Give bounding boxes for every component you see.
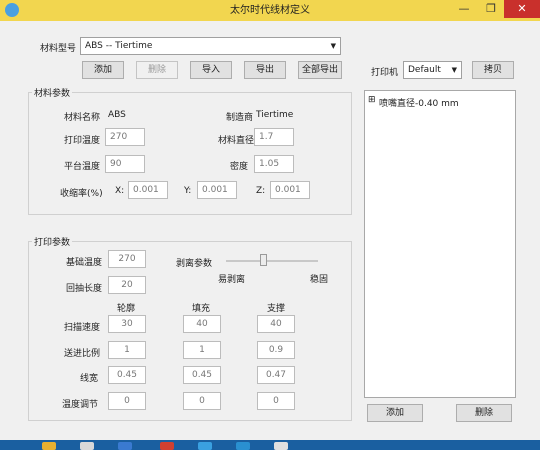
line-width-support-input[interactable]: 0.47 (257, 366, 295, 384)
maker-label: 制造商 (226, 113, 254, 123)
feed-ratio-fill-input[interactable]: 1 (183, 341, 221, 359)
import-button[interactable]: 导入 (190, 61, 232, 79)
diameter-input[interactable]: 1.7 (254, 128, 294, 146)
material-name-label: 材料名称 (64, 113, 101, 123)
chevron-down-icon: ▼ (451, 66, 457, 74)
retract-input[interactable]: 20 (108, 276, 146, 294)
close-button[interactable]: ✕ (504, 0, 540, 18)
delete-button[interactable]: 删除 (136, 61, 178, 79)
printer-label: 打印机 (371, 68, 399, 78)
app-icon-2[interactable] (80, 442, 94, 450)
copy-button[interactable]: 拷贝 (472, 61, 514, 79)
temp-adjust-support-input[interactable]: 0 (257, 392, 295, 410)
minimize-button[interactable]: — (450, 0, 478, 18)
app-icon-6[interactable] (236, 442, 250, 450)
line-width-label: 线宽 (80, 374, 99, 384)
base-temp-input[interactable]: 270 (108, 250, 146, 268)
export-button[interactable]: 导出 (244, 61, 286, 79)
temp-adjust-fill-input[interactable]: 0 (183, 392, 221, 410)
maximize-button[interactable]: ❐ (478, 0, 504, 18)
add-button[interactable]: 添加 (82, 61, 124, 79)
temp-adjust-label: 温度调节 (62, 400, 99, 410)
shrinkage-label: 收缩率(%) (60, 189, 103, 199)
feed-ratio-label: 送进比例 (64, 349, 101, 359)
density-input[interactable]: 1.05 (254, 155, 294, 173)
scan-speed-label: 扫描速度 (64, 323, 101, 333)
shrink-y-input[interactable]: 0.001 (197, 181, 237, 199)
retract-label: 回抽长度 (66, 284, 103, 294)
temp-adjust-outline-input[interactable]: 0 (108, 392, 146, 410)
export-all-button[interactable]: 全部导出 (298, 61, 342, 79)
separation-label: 剥离参数 (176, 259, 213, 269)
line-width-outline-input[interactable]: 0.45 (108, 366, 146, 384)
scan-speed-fill-input[interactable]: 40 (183, 315, 221, 333)
bed-temp-input[interactable]: 90 (105, 155, 145, 173)
folder-icon[interactable] (42, 442, 56, 450)
material-type-select[interactable]: ABS -- Tiertime ▼ (80, 37, 341, 55)
col-fill-header: 填充 (192, 304, 211, 314)
density-label: 密度 (230, 162, 249, 172)
add-nozzle-button[interactable]: 添加 (367, 404, 423, 422)
delete-nozzle-button[interactable]: 删除 (456, 404, 512, 422)
maker-value: Tiertime (256, 110, 294, 120)
col-support-header: 支撑 (267, 304, 286, 314)
chevron-down-icon: ▼ (330, 42, 336, 50)
shrink-z-label: Z: (256, 186, 266, 196)
app-icon-7[interactable] (274, 442, 288, 450)
print-temp-input[interactable]: 270 (105, 128, 145, 146)
base-temp-label: 基础温度 (66, 258, 103, 268)
easy-separation-label: 易剥离 (218, 275, 246, 285)
scan-speed-outline-input[interactable]: 30 (108, 315, 146, 333)
feed-ratio-outline-input[interactable]: 1 (108, 341, 146, 359)
material-type-value: ABS -- Tiertime (85, 41, 153, 51)
scan-speed-support-input[interactable]: 40 (257, 315, 295, 333)
app-icon-3[interactable] (118, 442, 132, 450)
feed-ratio-support-input[interactable]: 0.9 (257, 341, 295, 359)
col-outline-header: 轮廓 (117, 304, 136, 314)
material-params-title: 材料参数 (32, 86, 73, 99)
tree-item-nozzle[interactable]: 喷嘴直径-0.40 mm (379, 96, 459, 109)
printer-select[interactable]: Default ▼ (403, 61, 462, 79)
tree-expand-icon[interactable]: ⊞ (368, 95, 376, 105)
material-type-label: 材料型号 (40, 44, 77, 54)
stable-label: 稳固 (310, 275, 329, 285)
nozzle-tree-panel[interactable] (364, 90, 516, 398)
material-name-value: ABS (108, 110, 126, 120)
app-icon-5[interactable] (198, 442, 212, 450)
shrink-y-label: Y: (184, 186, 192, 196)
shrink-x-label: X: (115, 186, 125, 196)
shrink-z-input[interactable]: 0.001 (270, 181, 310, 199)
diameter-label: 材料直径 (218, 136, 255, 146)
line-width-fill-input[interactable]: 0.45 (183, 366, 221, 384)
bed-temp-label: 平台温度 (64, 162, 101, 172)
separation-slider-thumb[interactable] (260, 254, 267, 266)
print-params-title: 打印参数 (32, 235, 73, 248)
printer-value: Default (408, 65, 441, 75)
app-icon-4[interactable] (160, 442, 174, 450)
separation-slider-track[interactable] (226, 260, 318, 262)
shrink-x-input[interactable]: 0.001 (128, 181, 168, 199)
print-temp-label: 打印温度 (64, 136, 101, 146)
